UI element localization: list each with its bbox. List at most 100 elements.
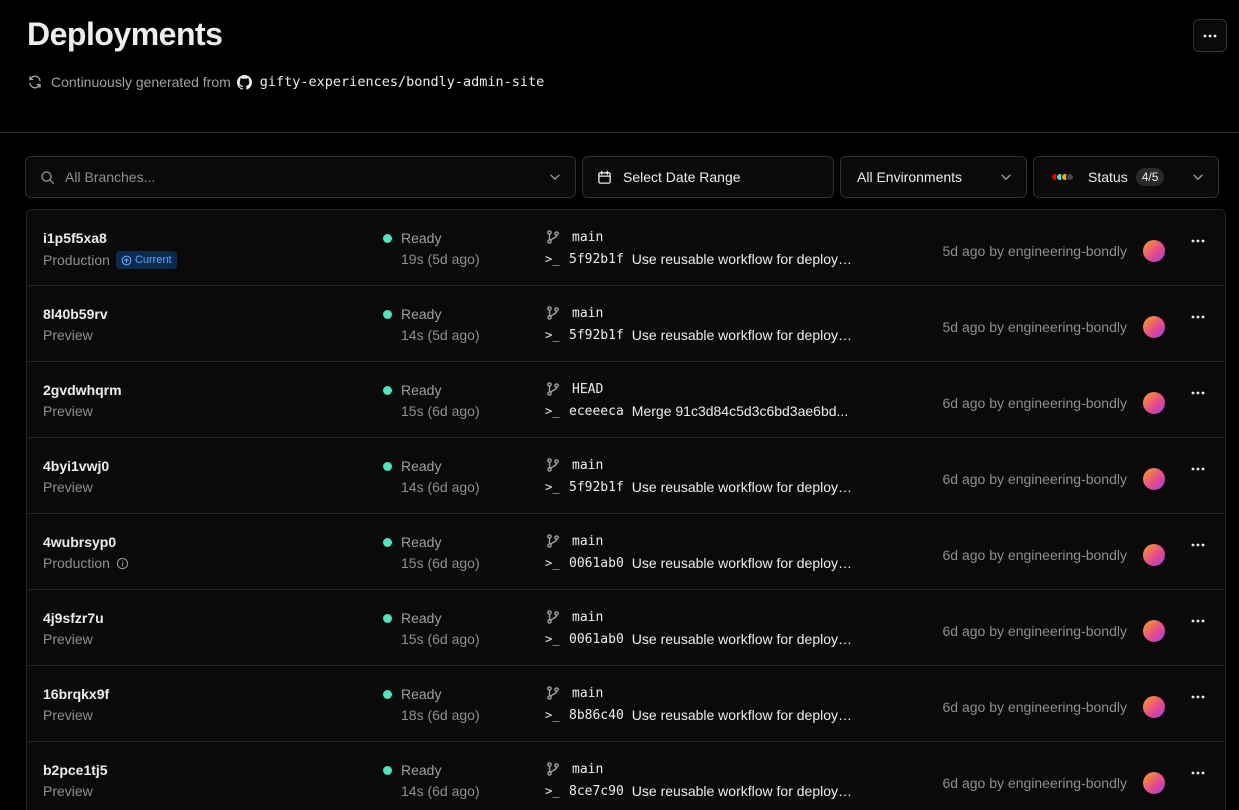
avatar[interactable] <box>1143 316 1165 338</box>
row-more-button[interactable] <box>1191 695 1205 699</box>
commit-message: Use reusable workflow for deployment <box>631 783 860 799</box>
avatar[interactable] <box>1143 772 1165 794</box>
row-more-button[interactable] <box>1191 619 1205 623</box>
commit-sha: 5f92b1f <box>569 251 624 267</box>
git-branch[interactable]: main <box>545 229 603 245</box>
git-branch-icon <box>547 534 559 548</box>
table-row[interactable]: 8l40b59rv Preview Ready 14s (5d ago) main >_ 5… <box>27 286 1225 362</box>
git-commit[interactable]: >_ 0061ab0 Use reusable workflow for deplo… <box>545 555 860 571</box>
deployment-id[interactable]: 4byi1vwj0 <box>43 458 109 474</box>
calendar-icon <box>597 170 612 185</box>
deployment-environment: Production <box>43 555 129 571</box>
git-branch[interactable]: main <box>545 609 603 625</box>
deployment-id[interactable]: 4j9sfzr7u <box>43 610 104 626</box>
table-row[interactable]: i1p5f5xa8 Production Current Ready 19s (5d a… <box>27 210 1225 286</box>
git-branch-icon <box>547 458 559 472</box>
branch-search-input[interactable] <box>65 169 525 185</box>
git-branch[interactable]: main <box>545 305 603 321</box>
sync-icon <box>29 75 41 89</box>
table-row[interactable]: 16brqkx9f Preview Ready 18s (6d ago) main >_ 8… <box>27 666 1225 742</box>
status-filter[interactable]: Status 4/5 <box>1033 156 1219 198</box>
avatar[interactable] <box>1143 544 1165 566</box>
row-more-button[interactable] <box>1191 771 1205 775</box>
author-label: 5d ago by engineering-bondly <box>942 319 1127 335</box>
git-branch-icon <box>547 762 559 776</box>
page-more-button[interactable] <box>1193 19 1227 52</box>
branch-name: main <box>572 229 604 245</box>
table-row[interactable]: 4wubrsyp0 Production Ready 15s (6d ago) main… <box>27 514 1225 590</box>
status-dot-icon <box>383 461 392 471</box>
status-dot-icon <box>383 613 392 623</box>
row-more-button[interactable] <box>1191 543 1205 547</box>
git-branch-icon <box>547 686 559 700</box>
deployment-id[interactable]: 2gvdwhqrm <box>43 382 122 398</box>
current-icon <box>121 255 135 266</box>
commit-sha: 8b86c40 <box>569 707 624 723</box>
row-more-button[interactable] <box>1191 467 1205 471</box>
environment-name: Preview <box>43 479 93 495</box>
git-commit[interactable]: >_ 5f92b1f Use reusable workflow for deplo… <box>545 327 860 343</box>
deployment-id[interactable]: 16brqkx9f <box>43 686 109 702</box>
branch-name: main <box>572 685 604 701</box>
deployment-author: 6d ago by engineering-bondly <box>943 772 1165 794</box>
branch-filter[interactable] <box>25 156 576 198</box>
branch-name: main <box>572 609 604 625</box>
environment-filter-label: All Environments <box>857 169 963 185</box>
ellipsis-icon <box>1191 315 1205 319</box>
environment-name: Preview <box>43 631 93 647</box>
date-range-filter[interactable]: Select Date Range <box>582 156 834 198</box>
deployment-environment: Preview <box>43 783 93 799</box>
deployment-id[interactable]: b2pce1tj5 <box>43 762 108 778</box>
environment-filter[interactable]: All Environments <box>840 156 1027 198</box>
git-commit[interactable]: >_ 0061ab0 Use reusable workflow for deplo… <box>545 631 860 647</box>
git-commit[interactable]: >_ eceeeca Merge 91c3d84c5d3c6bd3ae6bd... <box>545 403 860 419</box>
author-label: 6d ago by engineering-bondly <box>942 471 1127 487</box>
commit-sha: 8ce7c90 <box>569 783 624 799</box>
avatar[interactable] <box>1143 696 1165 718</box>
row-more-button[interactable] <box>1191 315 1205 319</box>
deployment-status: Ready <box>383 610 441 626</box>
git-branch[interactable]: main <box>545 533 603 549</box>
avatar[interactable] <box>1143 620 1165 642</box>
branch-name: main <box>572 761 604 777</box>
avatar[interactable] <box>1143 240 1165 262</box>
commit-message: Use reusable workflow for deployment <box>631 631 860 647</box>
environment-name: Production <box>43 555 110 571</box>
git-commit[interactable]: >_ 8ce7c90 Use reusable workflow for deplo… <box>545 783 860 799</box>
commit-message: Merge 91c3d84c5d3c6bd3ae6bd... <box>631 403 849 419</box>
environment-name: Preview <box>43 403 93 419</box>
git-commit[interactable]: >_ 5f92b1f Use reusable workflow for deplo… <box>545 479 860 495</box>
deployment-author: 5d ago by engineering-bondly <box>943 316 1165 338</box>
row-more-button[interactable] <box>1191 239 1205 243</box>
deployment-duration: 14s (6d ago) <box>401 479 480 495</box>
current-badge-label: Current <box>134 254 172 266</box>
deployment-environment: Preview <box>43 403 93 419</box>
deployment-id[interactable]: i1p5f5xa8 <box>43 230 107 246</box>
status-dot-icon <box>383 765 392 775</box>
git-branch[interactable]: main <box>545 457 603 473</box>
deployment-status: Ready <box>383 762 441 778</box>
avatar[interactable] <box>1143 468 1165 490</box>
info-icon[interactable] <box>116 557 129 570</box>
terminal-prompt-icon: >_ <box>545 556 560 570</box>
git-branch[interactable]: main <box>545 761 603 777</box>
current-badge: Current <box>115 251 177 269</box>
avatar[interactable] <box>1143 392 1165 414</box>
deployment-id[interactable]: 8l40b59rv <box>43 306 108 322</box>
git-branch[interactable]: main <box>545 685 603 701</box>
repo-link[interactable]: gifty-experiences/bondly-admin-site <box>260 74 544 90</box>
author-label: 6d ago by engineering-bondly <box>942 395 1127 411</box>
table-row[interactable]: b2pce1tj5 Preview Ready 14s (6d ago) main >_ 8… <box>27 742 1225 810</box>
deployment-id[interactable]: 4wubrsyp0 <box>43 534 116 550</box>
table-row[interactable]: 4j9sfzr7u Preview Ready 15s (6d ago) main >_ 0… <box>27 590 1225 666</box>
git-branch-icon <box>547 230 559 244</box>
git-commit[interactable]: >_ 5f92b1f Use reusable workflow for deplo… <box>545 251 860 267</box>
ellipsis-icon <box>1203 34 1217 37</box>
git-branch[interactable]: HEAD <box>545 381 603 397</box>
git-commit[interactable]: >_ 8b86c40 Use reusable workflow for deplo… <box>545 707 860 723</box>
chevron-down-icon <box>999 170 1013 184</box>
table-row[interactable]: 4byi1vwj0 Preview Ready 14s (6d ago) main >_ 5… <box>27 438 1225 514</box>
deployment-status: Ready <box>383 686 441 702</box>
table-row[interactable]: 2gvdwhqrm Preview Ready 15s (6d ago) HEAD >_ e… <box>27 362 1225 438</box>
row-more-button[interactable] <box>1191 391 1205 395</box>
